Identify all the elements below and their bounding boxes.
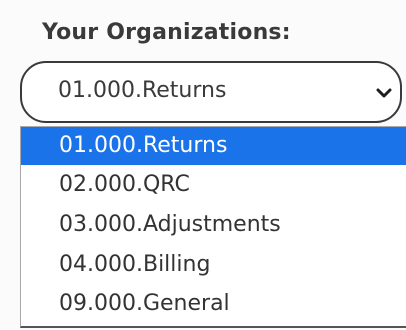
option-returns[interactable]: 01.000.Returns (21, 127, 406, 165)
option-general[interactable]: 09.000.General (21, 284, 406, 324)
option-adjustments[interactable]: 03.000.Adjustments (21, 205, 406, 245)
option-qrc[interactable]: 02.000.QRC (21, 165, 406, 205)
chevron-down-icon (376, 88, 392, 98)
selected-organization: 01.000.Returns (58, 78, 227, 103)
organizations-dropdown-list: 01.000.Returns 02.000.QRC 03.000.Adjustm… (20, 126, 406, 328)
organizations-label: Your Organizations: (42, 20, 291, 45)
organizations-select[interactable]: 01.000.Returns (20, 61, 402, 123)
option-billing[interactable]: 04.000.Billing (21, 245, 406, 285)
